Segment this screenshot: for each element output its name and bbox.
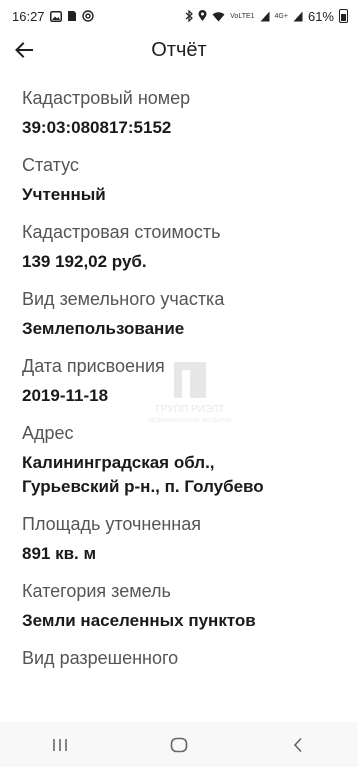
battery-percent: 61%: [307, 8, 334, 24]
field-label: Кадастровая стоимость: [22, 222, 221, 242]
field-land-category: Категория земель Земли населенных пункто…: [22, 579, 342, 633]
location-icon: [198, 10, 207, 22]
field-value: 39:03:080817:5152: [22, 118, 172, 137]
field-address: Адрес Калининградская обл., Гурьевский р…: [22, 421, 342, 499]
status-left: 16:27: [12, 9, 94, 24]
field-label: Кадастровый номер: [22, 88, 191, 108]
field-assignment-date: Дата присвоения 2019-11-18: [22, 354, 342, 408]
address-line-2: Гурьевский р-н., п. Голубево: [22, 477, 264, 496]
field-value: 139 192,02 руб.: [22, 252, 147, 271]
field-cadastral-number: Кадастровый номер 39:03:080817:5152: [22, 86, 342, 140]
signal-icon-1: [260, 11, 270, 22]
report-fields: Кадастровый номер 39:03:080817:5152 Стат…: [22, 86, 342, 683]
recent-apps-icon: [52, 738, 67, 751]
back-nav-button[interactable]: [278, 728, 318, 762]
field-cadastral-value: Кадастровая стоимость 139 192,02 руб.: [22, 220, 342, 274]
field-value: 891 кв. м: [22, 544, 97, 563]
field-value: Калининградская обл., Гурьевский р-н., п…: [22, 451, 342, 499]
home-button[interactable]: [159, 728, 199, 762]
at-notification-icon: [81, 10, 94, 22]
wifi-icon: [212, 11, 225, 22]
field-label: Площадь уточненная: [22, 514, 201, 534]
screen: 16:27 VoLTE1 4G+ 61% Отчёт ГРУПП РИЭЛТ Н…: [0, 0, 358, 767]
volte-indicator: VoLTE1: [230, 12, 255, 20]
bluetooth-icon: [185, 10, 194, 22]
field-permitted-use: Вид разрешенного: [22, 646, 342, 670]
page-title: Отчёт: [151, 39, 207, 61]
status-time: 16:27: [12, 8, 45, 24]
field-status: Статус Учтенный: [22, 153, 342, 207]
network-4g-indicator: 4G+: [274, 12, 288, 20]
system-nav-bar: [0, 722, 358, 767]
field-value: Учтенный: [22, 185, 106, 204]
image-notification-icon: [49, 10, 62, 22]
field-value: Земли населенных пунктов: [22, 611, 256, 630]
field-label: Дата присвоения: [22, 356, 165, 376]
app-bar: Отчёт: [0, 32, 358, 72]
field-label: Статус: [22, 155, 79, 175]
signal-icon-2: [293, 11, 303, 22]
field-label: Адрес: [22, 423, 74, 443]
field-area: Площадь уточненная 891 кв. м: [22, 512, 342, 566]
recent-apps-button[interactable]: [40, 728, 80, 762]
field-value: 2019-11-18: [22, 386, 109, 405]
sim-notification-icon: [67, 10, 77, 22]
field-label: Категория земель: [22, 581, 171, 601]
status-bar: 16:27 VoLTE1 4G+ 61%: [0, 0, 358, 32]
back-nav-icon: [294, 737, 302, 752]
field-label: Вид разрешенного: [22, 648, 179, 668]
field-label: Вид земельного участка: [22, 289, 225, 309]
field-value: Землепользование: [22, 319, 185, 338]
address-line-1: Калининградская обл.,: [22, 453, 215, 472]
home-icon: [170, 737, 188, 752]
battery-icon: [339, 9, 348, 23]
status-right: VoLTE1 4G+ 61%: [185, 9, 348, 24]
field-land-type: Вид земельного участка Землепользование: [22, 287, 342, 341]
